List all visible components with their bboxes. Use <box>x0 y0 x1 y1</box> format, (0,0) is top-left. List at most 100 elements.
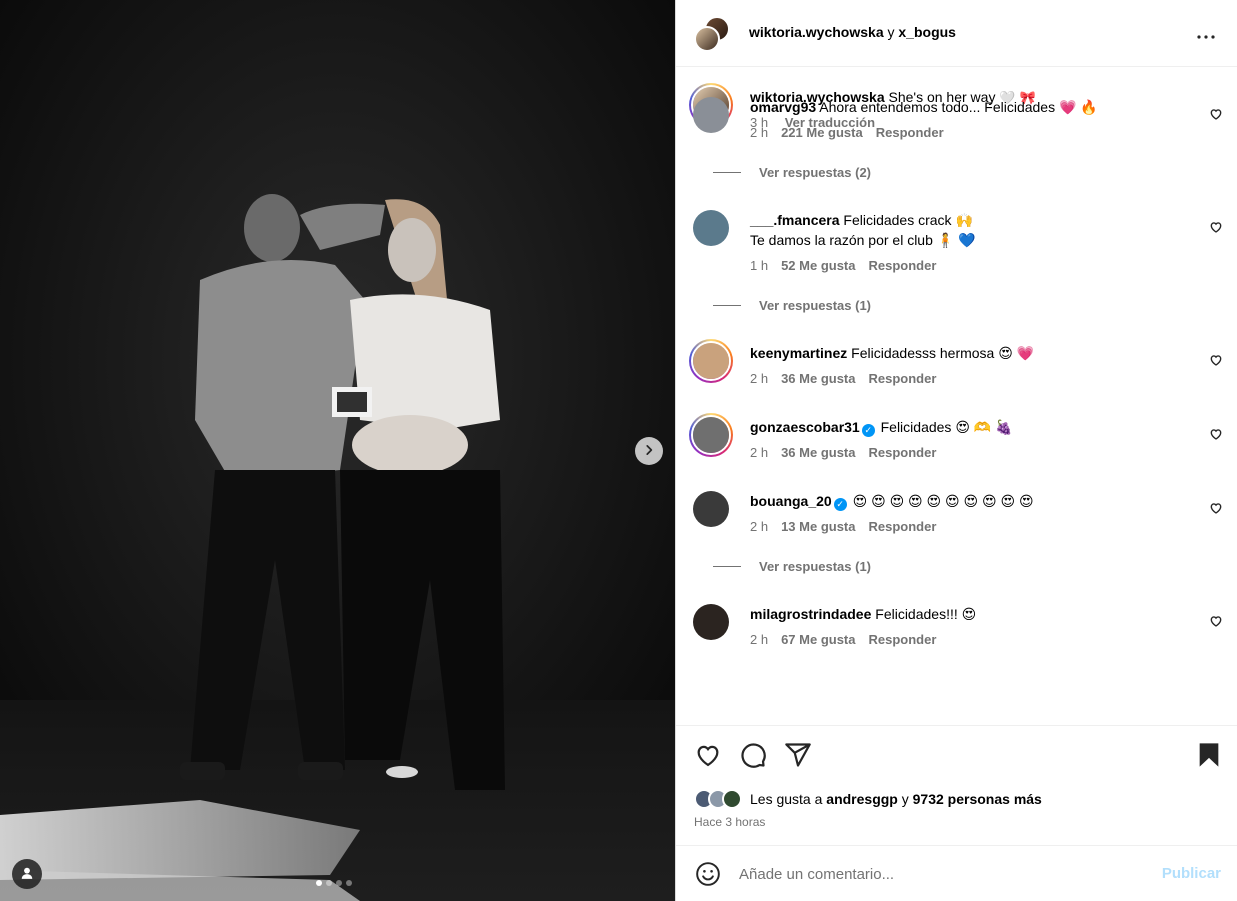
comment-meta: 2 h 13 Me gusta Responder <box>750 519 949 534</box>
likes-count[interactable]: 9732 personas más <box>913 791 1042 807</box>
chevron-right-icon <box>642 443 656 460</box>
comments-list[interactable]: wiktoria.wychowska She's on her way 🤍 🎀 … <box>676 67 1237 725</box>
reply-button[interactable]: Responder <box>869 445 937 460</box>
bookmark-filled-icon[interactable] <box>1195 741 1223 769</box>
comment-text: gonzaescobar31 ✓ Felicidades 😍 🫶 🍇 <box>750 417 1190 437</box>
comment-time: 2 h <box>750 632 769 647</box>
post-photo <box>0 0 675 901</box>
reply-button[interactable]: Responder <box>869 519 937 534</box>
comment-meta: 2 h 67 Me gusta Responder <box>750 632 949 647</box>
comment-body: Felicidades 😍 🫶 🍇 <box>880 419 1013 435</box>
publish-button[interactable]: Publicar <box>1162 865 1221 882</box>
verified-badge-icon: ✓ <box>861 424 875 437</box>
likes-joiner: y <box>901 791 909 807</box>
reply-button[interactable]: Responder <box>869 258 937 273</box>
paper-plane-icon[interactable] <box>784 741 812 769</box>
comment-like-heart-icon[interactable] <box>1209 220 1223 234</box>
comment-like-heart-icon[interactable] <box>1209 353 1223 367</box>
comment-like-heart-icon[interactable] <box>1209 427 1223 441</box>
post-media[interactable] <box>0 0 675 901</box>
comment-text: omarvg93 Ahora entendemos todo... Felici… <box>750 97 1190 117</box>
avatar-image <box>693 417 729 453</box>
view-replies-label: Ver respuestas (2) <box>759 165 872 180</box>
comment-body: Felicidades!!! 😍 <box>875 606 977 622</box>
comment-body: 😍 😍 😍 😍 😍 😍 😍 😍 😍 😍 <box>852 493 1034 509</box>
comment-time: 2 h <box>750 519 769 534</box>
post-header: wiktoria.wychowska y x_bogus <box>676 0 1237 67</box>
collaborator-username[interactable]: x_bogus <box>898 24 956 40</box>
comment-body: Felicidades crack 🙌 <box>843 212 973 228</box>
comment-body: Te damos la razón por el club 🧍 💙 <box>750 232 976 248</box>
likes-user[interactable]: andresggp <box>826 791 898 807</box>
view-replies-label: Ver respuestas (1) <box>759 559 872 574</box>
comment-text: ___.fmancera Felicidades crack 🙌 Te damos… <box>750 210 1190 250</box>
reply-button[interactable]: Responder <box>869 632 937 647</box>
comment-meta: 2 h 36 Me gusta Responder <box>750 371 949 386</box>
comment-like-heart-icon[interactable] <box>1209 107 1223 121</box>
comment-avatar[interactable] <box>689 339 733 383</box>
more-options-button[interactable] <box>1194 22 1218 46</box>
comment-avatar[interactable] <box>693 210 729 246</box>
comment-likes[interactable]: 13 Me gusta <box>781 519 855 534</box>
author-username[interactable]: wiktoria.wychowska <box>749 24 884 40</box>
comment-username[interactable]: bouanga_20 <box>750 493 832 509</box>
reply-button[interactable]: Responder <box>869 371 937 386</box>
more-horizontal-icon <box>1197 26 1215 42</box>
comment-avatar[interactable] <box>689 413 733 457</box>
comment-input[interactable] <box>739 862 1139 886</box>
slide-dot <box>316 880 322 886</box>
comment-avatar[interactable] <box>693 491 729 527</box>
replies-divider <box>713 305 741 306</box>
avatar-image <box>693 343 729 379</box>
view-replies-label: Ver respuestas (1) <box>759 298 872 313</box>
user-tag-icon <box>20 866 34 883</box>
comment-time: 2 h <box>750 125 769 140</box>
likes-summary[interactable]: Les gusta a andresggp y 9732 personas má… <box>694 789 1042 809</box>
comment-likes[interactable]: 36 Me gusta <box>781 445 855 460</box>
view-replies-button[interactable]: Ver respuestas (1) <box>713 559 871 574</box>
slide-dot <box>336 880 342 886</box>
view-replies-button[interactable]: Ver respuestas (1) <box>713 298 871 313</box>
replies-divider <box>713 172 741 173</box>
comment-avatar[interactable] <box>693 97 729 133</box>
comment-meta: 2 h 36 Me gusta Responder <box>750 445 949 460</box>
comment-meta: 1 h 52 Me gusta Responder <box>750 258 949 273</box>
comment-likes[interactable]: 221 Me gusta <box>781 125 863 140</box>
post-dialog: wiktoria.wychowska y x_bogus wiktoria.wy… <box>0 0 1237 901</box>
comment-text: bouanga_20 ✓ 😍 😍 😍 😍 😍 😍 😍 😍 😍 😍 <box>750 491 1190 511</box>
comment-meta: 2 h 221 Me gusta Responder <box>750 125 957 140</box>
next-slide-button[interactable] <box>635 437 663 465</box>
comment-username[interactable]: gonzaescobar31 <box>750 419 860 435</box>
view-replies-button[interactable]: Ver respuestas (2) <box>713 165 871 180</box>
post-side-panel: wiktoria.wychowska y x_bogus wiktoria.wy… <box>675 0 1237 901</box>
likes-text: Les gusta a andresggp y 9732 personas má… <box>750 791 1042 807</box>
comment-body: Felicidadesss hermosa 😍 💗 <box>851 345 1035 361</box>
verified-badge-icon: ✓ <box>833 498 847 511</box>
comment-bubble-icon[interactable] <box>739 741 767 769</box>
comment-like-heart-icon[interactable] <box>1209 501 1223 515</box>
post-time: Hace 3 horas <box>694 815 766 829</box>
tagged-users-button[interactable] <box>12 859 42 889</box>
comment-likes[interactable]: 52 Me gusta <box>781 258 855 273</box>
comment-time: 2 h <box>750 371 769 386</box>
smiley-icon[interactable] <box>695 861 721 887</box>
comment-username[interactable]: milagrostrindadee <box>750 606 871 622</box>
author-avatar[interactable] <box>694 26 720 52</box>
comment-like-heart-icon[interactable] <box>1209 614 1223 628</box>
slide-dot <box>326 880 332 886</box>
authors-joiner: y <box>887 24 895 40</box>
post-actions: Les gusta a andresggp y 9732 personas má… <box>676 725 1237 845</box>
comment-likes[interactable]: 67 Me gusta <box>781 632 855 647</box>
comment-time: 1 h <box>750 258 769 273</box>
reply-button[interactable]: Responder <box>876 125 944 140</box>
comment-username[interactable]: omarvg93 <box>750 99 816 115</box>
comment-username[interactable]: keenymartinez <box>750 345 847 361</box>
heart-outline-icon[interactable] <box>694 741 722 769</box>
slide-dot <box>346 880 352 886</box>
slide-indicator <box>316 880 352 886</box>
comment-composer: Publicar <box>676 845 1237 901</box>
comment-text: keenymartinez Felicidadesss hermosa 😍 💗 <box>750 343 1190 363</box>
comment-avatar[interactable] <box>693 604 729 640</box>
comment-likes[interactable]: 36 Me gusta <box>781 371 855 386</box>
comment-username[interactable]: ___.fmancera <box>750 212 840 228</box>
